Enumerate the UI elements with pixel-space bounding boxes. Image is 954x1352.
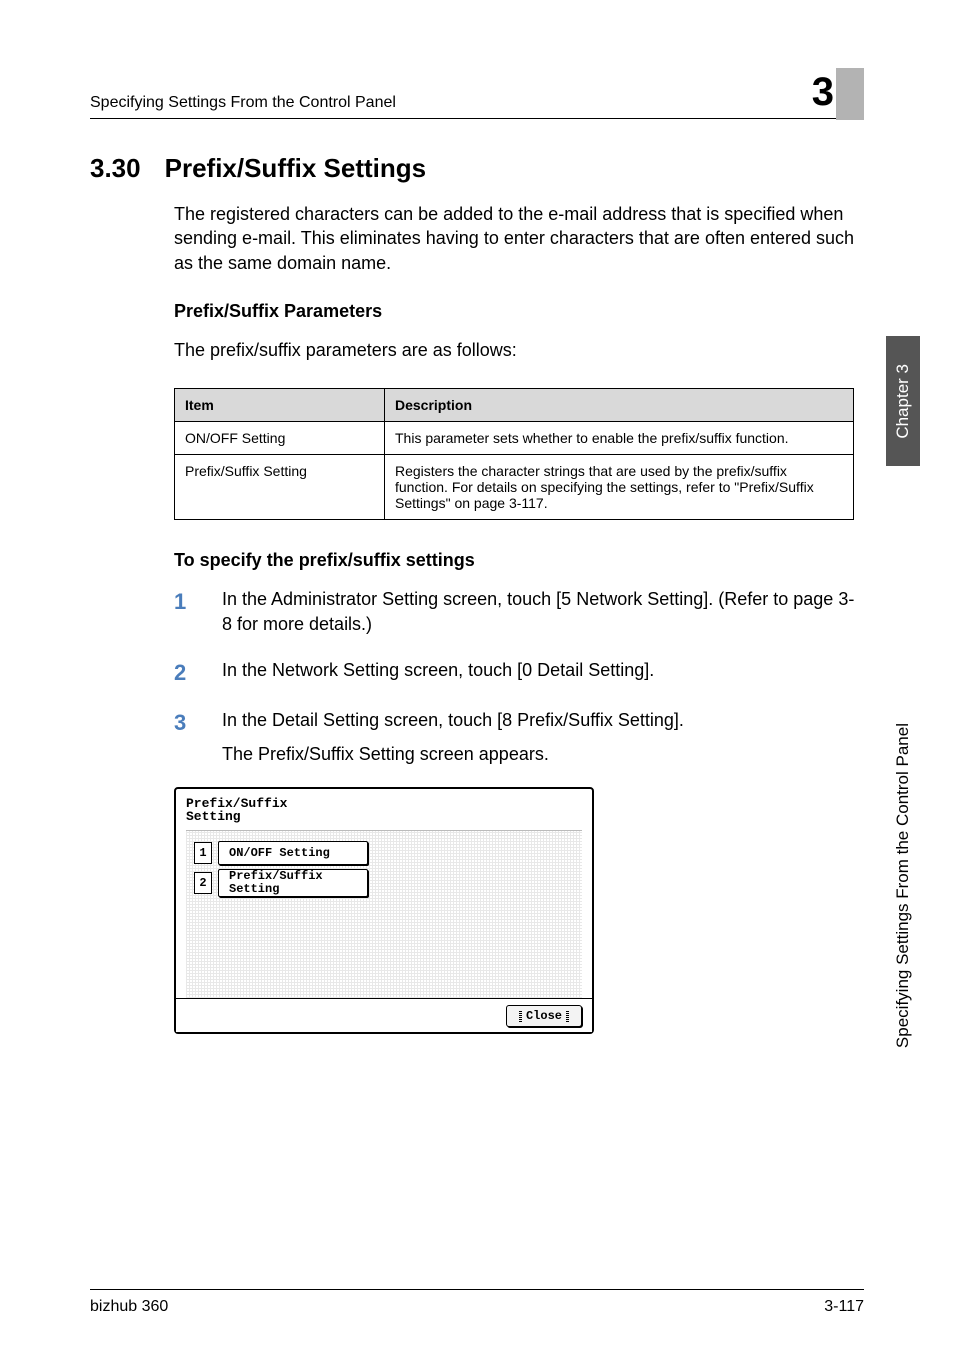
lcd-row: 1 ON/OFF Setting [194,841,574,865]
step: 2 In the Network Setting screen, touch [… [174,658,864,689]
cell-description: This parameter sets whether to enable th… [385,422,854,455]
table-row: ON/OFF Setting This parameter sets wheth… [175,422,854,455]
section-heading: 3.30 Prefix/Suffix Settings [90,153,864,184]
step-number: 1 [174,587,194,637]
step-text: In the Detail Setting screen, touch [8 P… [222,708,864,766]
lcd-title: Prefix/Suffix Setting [186,797,582,824]
chapter-badge: 3 [818,60,864,112]
side-section-tab: Specifying Settings From the Control Pan… [893,466,913,1056]
section-number: 3.30 [90,153,141,184]
cell-description: Registers the character strings that are… [385,455,854,520]
procedure-heading: To specify the prefix/suffix settings [174,550,864,571]
lcd-row-number: 1 [194,842,212,864]
step: 3 In the Detail Setting screen, touch [8… [174,708,864,766]
cell-item: Prefix/Suffix Setting [175,455,385,520]
step-text: In the Network Setting screen, touch [0 … [222,658,864,689]
section-title: Prefix/Suffix Settings [165,153,427,184]
step-text: In the Administrator Setting screen, tou… [222,587,864,637]
running-header: Specifying Settings From the Control Pan… [90,60,864,119]
step: 1 In the Administrator Setting screen, t… [174,587,864,637]
side-section-label: Specifying Settings From the Control Pan… [893,723,913,1048]
lcd-screenshot: Prefix/Suffix Setting 1 ON/OFF Setting 2… [174,787,594,1034]
lcd-row: 2 Prefix/Suffix Setting [194,869,574,897]
footer-page: 3-117 [824,1298,864,1316]
parameters-lead: The prefix/suffix parameters are as foll… [174,338,864,362]
side-chapter-tab: Chapter 3 [886,336,920,466]
parameters-table: Item Description ON/OFF Setting This par… [174,388,854,520]
side-chapter-label: Chapter 3 [893,364,913,439]
lcd-footer: Close [176,998,592,1032]
lcd-close-button[interactable]: Close [506,1005,582,1027]
intro-paragraph: The registered characters can be added t… [174,202,864,275]
lcd-body: 1 ON/OFF Setting 2 Prefix/Suffix Setting [186,830,582,998]
col-item: Item [175,389,385,422]
lcd-title-line2: Setting [186,809,241,824]
lcd-prefixsuffix-button[interactable]: Prefix/Suffix Setting [218,869,368,897]
table-header-row: Item Description [175,389,854,422]
footer-product: bizhub 360 [90,1298,168,1316]
col-description: Description [385,389,854,422]
close-label: Close [526,1009,562,1023]
step-number: 2 [174,658,194,689]
cell-item: ON/OFF Setting [175,422,385,455]
side-tab: Chapter 3 Specifying Settings From the C… [886,336,920,1056]
lcd-onoff-button[interactable]: ON/OFF Setting [218,841,368,865]
table-row: Prefix/Suffix Setting Registers the char… [175,455,854,520]
step-subtext: The Prefix/Suffix Setting screen appears… [222,742,864,767]
running-title: Specifying Settings From the Control Pan… [90,94,396,112]
chapter-number: 3 [812,72,834,112]
step-number: 3 [174,708,194,766]
lcd-row-number: 2 [194,872,212,894]
chapter-tab-box [836,68,864,120]
step-text-main: In the Detail Setting screen, touch [8 P… [222,710,684,730]
step-list: 1 In the Administrator Setting screen, t… [174,587,864,767]
page-footer: bizhub 360 3-117 [90,1289,864,1316]
parameters-heading: Prefix/Suffix Parameters [174,301,864,322]
